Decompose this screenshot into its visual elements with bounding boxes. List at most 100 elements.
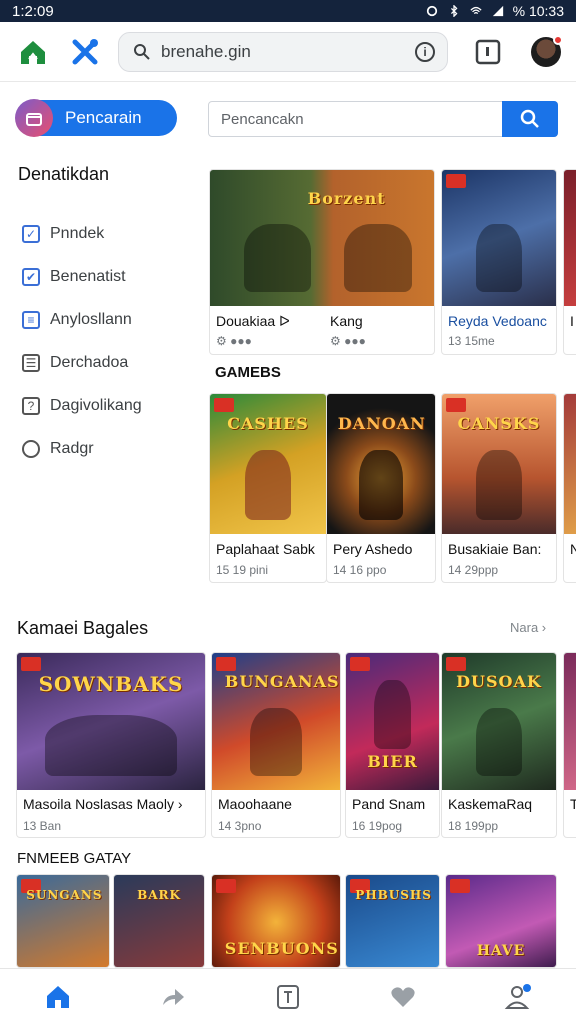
game-title: Pery Ashedo — [333, 541, 413, 557]
hot-tag — [450, 879, 470, 893]
game-art — [442, 170, 556, 306]
document-icon: ☰ — [22, 353, 40, 372]
sidebar-menu: ✓ Pnndek ✔ Benenatist ≡ Anylosllann ☰ De… — [22, 212, 142, 470]
game-title: Masoila Noslasas Maoly › — [23, 796, 183, 812]
sidebar-button-label: Pencarain — [65, 108, 142, 127]
game-logo: BARK — [137, 888, 181, 903]
hot-tag — [214, 398, 234, 412]
game-art: DUSOAK — [442, 653, 556, 790]
share-icon[interactable] — [158, 982, 188, 1012]
game-art: SOWNBAKS — [17, 653, 205, 790]
sidebar-item-label: Dagivolikang — [50, 396, 142, 414]
game-title: Paplahaat Sabk — [216, 541, 315, 557]
sidebar-item-derchadoa[interactable]: ☰ Derchadoa — [22, 341, 142, 384]
search-button[interactable] — [502, 101, 558, 137]
game-card[interactable]: BIER Pand Snam 16 19pog — [345, 652, 440, 838]
game-art: HAVE — [446, 875, 556, 967]
library-icon[interactable] — [273, 982, 303, 1012]
sidebar-item-dagivolikang[interactable]: ? Dagivolikang — [22, 384, 142, 427]
hot-tag — [216, 657, 236, 671]
tools-icon[interactable] — [69, 36, 101, 68]
url-text: brenahe.gin — [161, 42, 251, 61]
profile-icon[interactable] — [503, 982, 533, 1012]
section-title: Kamaei Bagales — [17, 618, 149, 638]
game-meta: ⚙ ●●● — [216, 334, 252, 348]
sidebar-item-label: Radgr — [50, 439, 94, 457]
home-logo-icon[interactable] — [17, 36, 49, 68]
game-logo: CASHES — [227, 413, 309, 433]
game-card[interactable]: Reyda Vedoanc 13 15me — [441, 169, 557, 355]
info-icon[interactable]: i — [415, 42, 435, 62]
game-meta: 13 15me — [448, 334, 495, 348]
game-card[interactable]: BARK — [113, 874, 205, 968]
game-logo: BIER — [367, 751, 418, 771]
game-card[interactable]: Borzent Douakiaa ᐅ ⚙ ●●● Kang ⚙ ●●● — [209, 169, 435, 355]
section-label: FNMEEB GATAY — [17, 850, 132, 867]
sidebar-item-anylosllann[interactable]: ≡ Anylosllann — [22, 298, 142, 341]
sidebar-item-benenatist[interactable]: ✔ Benenatist — [22, 255, 142, 298]
game-card[interactable]: I — [563, 169, 576, 355]
tab-switcher-icon[interactable] — [472, 36, 504, 68]
game-title: KaskemaRaq — [448, 796, 533, 812]
game-title: Busakiaie Ban: — [448, 541, 542, 557]
game-card[interactable]: SENBUONS — [211, 874, 341, 968]
game-title: I — [570, 313, 574, 329]
sidebar-item-radgr[interactable]: Radgr — [22, 427, 142, 470]
game-card[interactable]: N — [563, 393, 576, 583]
more-link[interactable]: Nara › — [510, 620, 546, 635]
game-logo: SOWNBAKS — [38, 672, 184, 697]
hot-tag — [21, 657, 41, 671]
bluetooth-icon — [450, 5, 458, 17]
game-art: BARK — [114, 875, 204, 967]
game-card[interactable]: DANOAN Pery Ashedo 14 16 ppo — [326, 393, 436, 583]
hot-tag — [446, 657, 466, 671]
game-card[interactable]: SOWNBAKS Masoila Noslasas Maoly › 13 Ban — [16, 652, 206, 838]
game-card[interactable]: PHBUSHS — [345, 874, 440, 968]
game-card[interactable]: HAVE — [445, 874, 557, 968]
avatar[interactable] — [531, 35, 563, 67]
game-art: PHBUSHS — [346, 875, 439, 967]
game-meta: 14 16 ppo — [333, 563, 387, 577]
game-card[interactable]: CANSKS Busakiaie Ban: 14 29ppp — [441, 393, 557, 583]
search-field[interactable]: Pencancakn — [208, 101, 558, 137]
game-art — [564, 394, 576, 534]
sidebar-item-pnndek[interactable]: ✓ Pnndek — [22, 212, 142, 255]
game-logo: DUSOAK — [456, 672, 542, 692]
address-bar[interactable]: brenahe.gin i — [118, 32, 448, 72]
game-title: Tr — [570, 796, 576, 812]
wifi-icon — [470, 6, 482, 15]
checked-icon: ✔ — [22, 267, 40, 286]
game-card[interactable]: Tr — [563, 652, 576, 838]
game-meta: 13 Ban — [23, 819, 62, 833]
list-icon: ≡ — [22, 310, 40, 329]
game-meta: 16 19pog — [352, 819, 403, 833]
game-art: Borzent — [210, 170, 434, 306]
game-title: Reyda Vedoanc — [448, 313, 547, 329]
game-logo: CANSKS — [457, 413, 541, 433]
game-logo: DANOAN — [337, 413, 426, 433]
game-logo: HAVE — [476, 942, 526, 959]
sidebar-search-button[interactable]: Pencarain — [15, 99, 177, 137]
bottom-nav — [0, 968, 576, 1024]
search-input[interactable]: Pencancakn — [209, 111, 502, 128]
sidebar-item-label: Derchadoa — [50, 353, 129, 371]
game-card[interactable]: DUSOAK KaskemaRaq 18 199pp — [441, 652, 557, 838]
game-card[interactable]: CASHES Paplahaat Sabk 15 19 pini — [209, 393, 327, 583]
search-icon — [134, 44, 150, 60]
tag-icon: ? — [22, 396, 40, 415]
signal-icon — [492, 5, 503, 17]
game-logo: Borzent — [307, 189, 386, 209]
sidebar-item-label: Anylosllann — [50, 310, 132, 328]
game-card[interactable]: SUNGANS — [16, 874, 110, 968]
game-art: CANSKS — [442, 394, 556, 534]
game-art: BIER — [346, 653, 439, 790]
sidebar-title: Denatikdan — [18, 164, 110, 184]
battery-text: % 10:33 — [512, 3, 564, 19]
status-time: 1:2:09 — [12, 2, 54, 20]
home-icon[interactable] — [43, 982, 73, 1012]
game-art: SUNGANS — [17, 875, 109, 967]
hot-tag — [350, 657, 370, 671]
game-meta: 15 19 pini — [216, 563, 269, 577]
game-card[interactable]: BUNGANAS Maoohaane 14 3pno — [211, 652, 341, 838]
favorite-icon[interactable] — [388, 982, 418, 1012]
